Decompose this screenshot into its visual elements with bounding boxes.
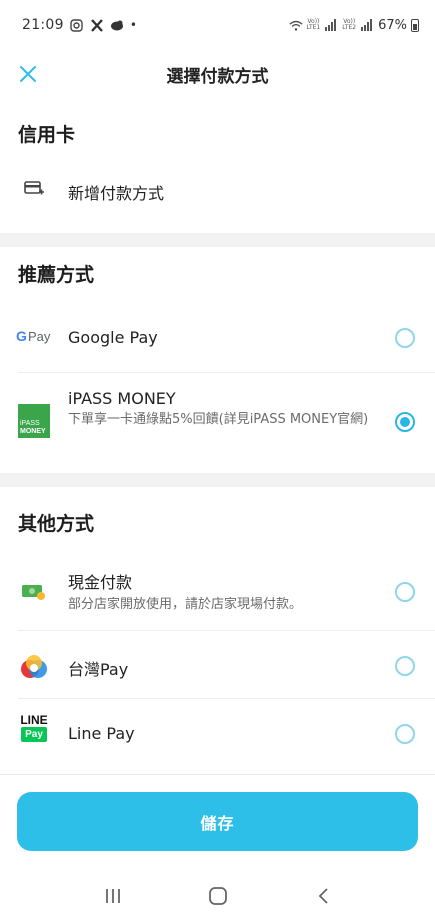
svg-text:G: G (16, 328, 27, 344)
taiwan-pay-icon (16, 652, 52, 682)
line-pay-icon: LINE Pay (20, 713, 48, 742)
taiwan-pay-label: 台灣Pay (68, 660, 129, 679)
instagram-icon (70, 18, 84, 32)
page-title: 選擇付款方式 (166, 66, 269, 87)
lte2-label: Vo)) LTE2 (342, 18, 357, 31)
signal2-icon (360, 18, 374, 32)
row-divider (18, 372, 435, 373)
ipass-money-description: 下單享一卡通綠點5%回饋(詳見iPASS MONEY官網) (68, 412, 369, 427)
line-pay-label: Line Pay (68, 724, 135, 743)
status-bar: 21:09 • Vo)) LTE1 Vo)) LTE2 67% (0, 0, 435, 50)
header: 選擇付款方式 (0, 50, 435, 98)
section-divider (0, 473, 435, 487)
ipass-money-radio[interactable] (395, 412, 415, 432)
app-x-icon (90, 18, 104, 32)
recent-apps-button[interactable] (93, 876, 133, 916)
back-icon (318, 887, 328, 904)
footer-divider (0, 774, 435, 775)
home-icon (208, 886, 227, 905)
wifi-icon (288, 18, 303, 32)
line-pay-radio[interactable] (395, 724, 415, 744)
cash-icon (16, 582, 52, 602)
other-section-title: 其他方式 (18, 513, 95, 535)
payment-option-cash[interactable]: 現金付款 部分店家開放使用，請於店家現場付款。 (0, 562, 435, 622)
taiwan-pay-radio[interactable] (395, 656, 415, 676)
battery-icon (411, 18, 419, 32)
google-pay-icon: G Pay (16, 328, 52, 344)
home-button[interactable] (198, 876, 238, 916)
recent-apps-icon (105, 888, 120, 903)
status-time: 21:09 (22, 17, 64, 33)
cash-description: 部分店家開放使用，請於店家現場付款。 (68, 597, 303, 612)
google-pay-label: Google Pay (68, 328, 158, 347)
save-button[interactable]: 儲存 (17, 792, 418, 851)
payment-option-taiwan-pay[interactable]: 台灣Pay (0, 642, 435, 690)
payment-option-google-pay[interactable]: G Pay Google Pay (0, 314, 435, 362)
credit-card-section-title: 信用卡 (18, 124, 76, 146)
close-icon (20, 66, 36, 82)
ipass-money-label: iPASS MONEY (68, 389, 176, 408)
ipass-money-icon: iPASS MONEY (16, 404, 52, 438)
google-pay-radio[interactable] (395, 328, 415, 348)
add-payment-method-label: 新增付款方式 (68, 184, 165, 203)
signal1-icon (324, 18, 338, 32)
row-divider (18, 630, 435, 631)
app-bird-icon (110, 18, 124, 32)
close-button[interactable] (12, 58, 44, 90)
cash-label: 現金付款 (68, 573, 133, 592)
system-nav-bar (0, 872, 435, 919)
card-add-icon (16, 180, 52, 198)
svg-text:Pay: Pay (28, 329, 51, 344)
add-payment-method-row[interactable]: 新增付款方式 (0, 166, 435, 214)
recommended-section-title: 推薦方式 (18, 264, 95, 286)
section-divider (0, 233, 435, 247)
status-dot: • (129, 18, 137, 32)
battery-percent: 67% (378, 17, 407, 33)
payment-option-line-pay[interactable]: LINE Pay Line Pay (0, 710, 435, 758)
lte1-label: Vo)) LTE1 (306, 18, 321, 31)
payment-option-ipass-money[interactable]: iPASS MONEY iPASS MONEY 下單享一卡通綠點5%回饋(詳見i… (0, 384, 435, 460)
row-divider (18, 698, 435, 699)
cash-radio[interactable] (395, 582, 415, 602)
back-button[interactable] (303, 876, 343, 916)
